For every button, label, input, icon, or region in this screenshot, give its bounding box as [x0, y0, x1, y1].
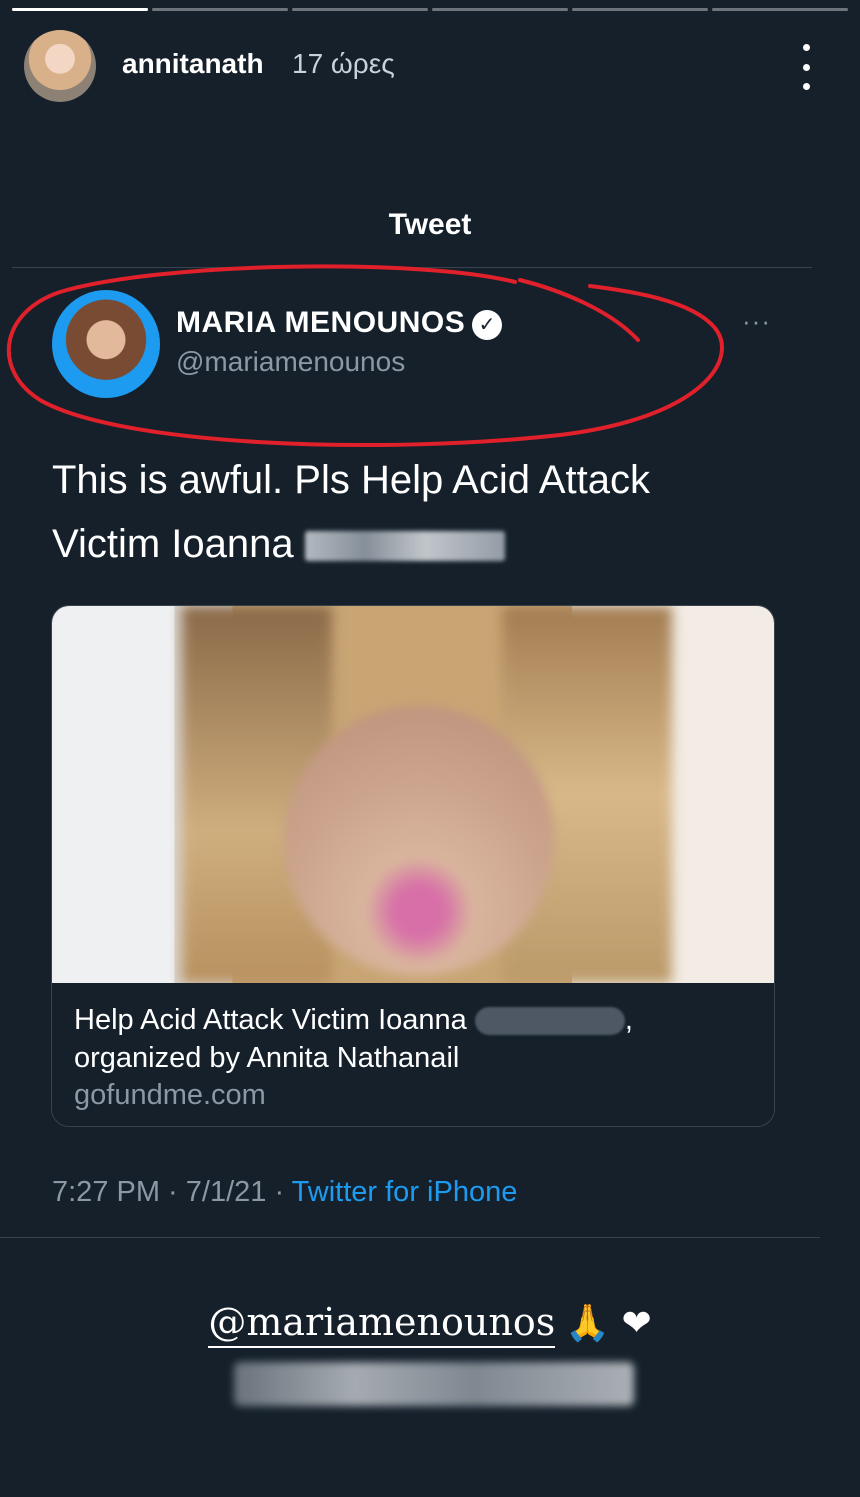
- mention-tag[interactable]: @mariamenounos: [208, 1300, 556, 1348]
- link-preview-image: [52, 606, 774, 983]
- link-preview-domain: gofundme.com: [74, 1079, 266, 1111]
- link-preview-title-b: ,: [624, 1004, 633, 1036]
- tweet-heading: Tweet: [388, 208, 472, 241]
- more-options-icon[interactable]: [794, 44, 818, 90]
- link-preview-title-a: Help Acid Attack Victim Ioanna: [74, 1004, 475, 1036]
- blurred-face: [284, 706, 554, 976]
- story-progress-segment-3: [292, 8, 428, 11]
- tweet-time: 7:27 PM: [52, 1176, 160, 1208]
- story-progress-segment-1: [12, 8, 148, 11]
- link-preview-organizer: organized by Annita Nathanail: [74, 1042, 460, 1074]
- link-preview-body: Help Acid Attack Victim Ioanna , organiz…: [52, 983, 774, 1126]
- story-avatar[interactable]: [24, 30, 96, 102]
- story-username[interactable]: annitanath: [122, 48, 264, 80]
- divider: [0, 1237, 820, 1238]
- meta-separator: ·: [160, 1176, 186, 1208]
- mention-sticker: @mariamenounos 🙏 ❤: [0, 1300, 860, 1348]
- annotation-ellipse: [6, 264, 724, 448]
- tweet-source-link[interactable]: Twitter for iPhone: [292, 1176, 518, 1208]
- redacted-name: [304, 531, 505, 561]
- tweet-text-line-2-text: Victim Ioanna: [52, 522, 305, 566]
- meta-separator: ·: [266, 1176, 292, 1208]
- story-progress-segment-5: [572, 8, 708, 11]
- tweet-meta: 7:27 PM · 7/1/21 · Twitter for iPhone: [52, 1176, 517, 1209]
- redacted-surname: [474, 1007, 625, 1035]
- link-preview-card[interactable]: Help Acid Attack Victim Ioanna , organiz…: [51, 605, 775, 1127]
- link-preview-title: Help Acid Attack Victim Ioanna , organiz…: [74, 1001, 734, 1077]
- tweet-text: This is awful. Pls Help Acid Attack Vict…: [52, 448, 732, 576]
- story-progress-segment-2: [152, 8, 288, 11]
- pray-heart-emoji: 🙏 ❤: [565, 1303, 652, 1344]
- story-progress-segment-4: [432, 8, 568, 11]
- tweet-date: 7/1/21: [185, 1176, 267, 1208]
- story-progress-bar: [12, 8, 848, 11]
- tweet-text-line-2: Victim Ioanna: [52, 512, 732, 576]
- story-time-ago: 17 ώρες: [292, 48, 395, 79]
- blurred-mention: [234, 1362, 634, 1406]
- story-progress-segment-6: [712, 8, 848, 11]
- tweet-text-line-1: This is awful. Pls Help Acid Attack: [52, 458, 651, 502]
- tweet-more-icon: ···: [742, 306, 771, 336]
